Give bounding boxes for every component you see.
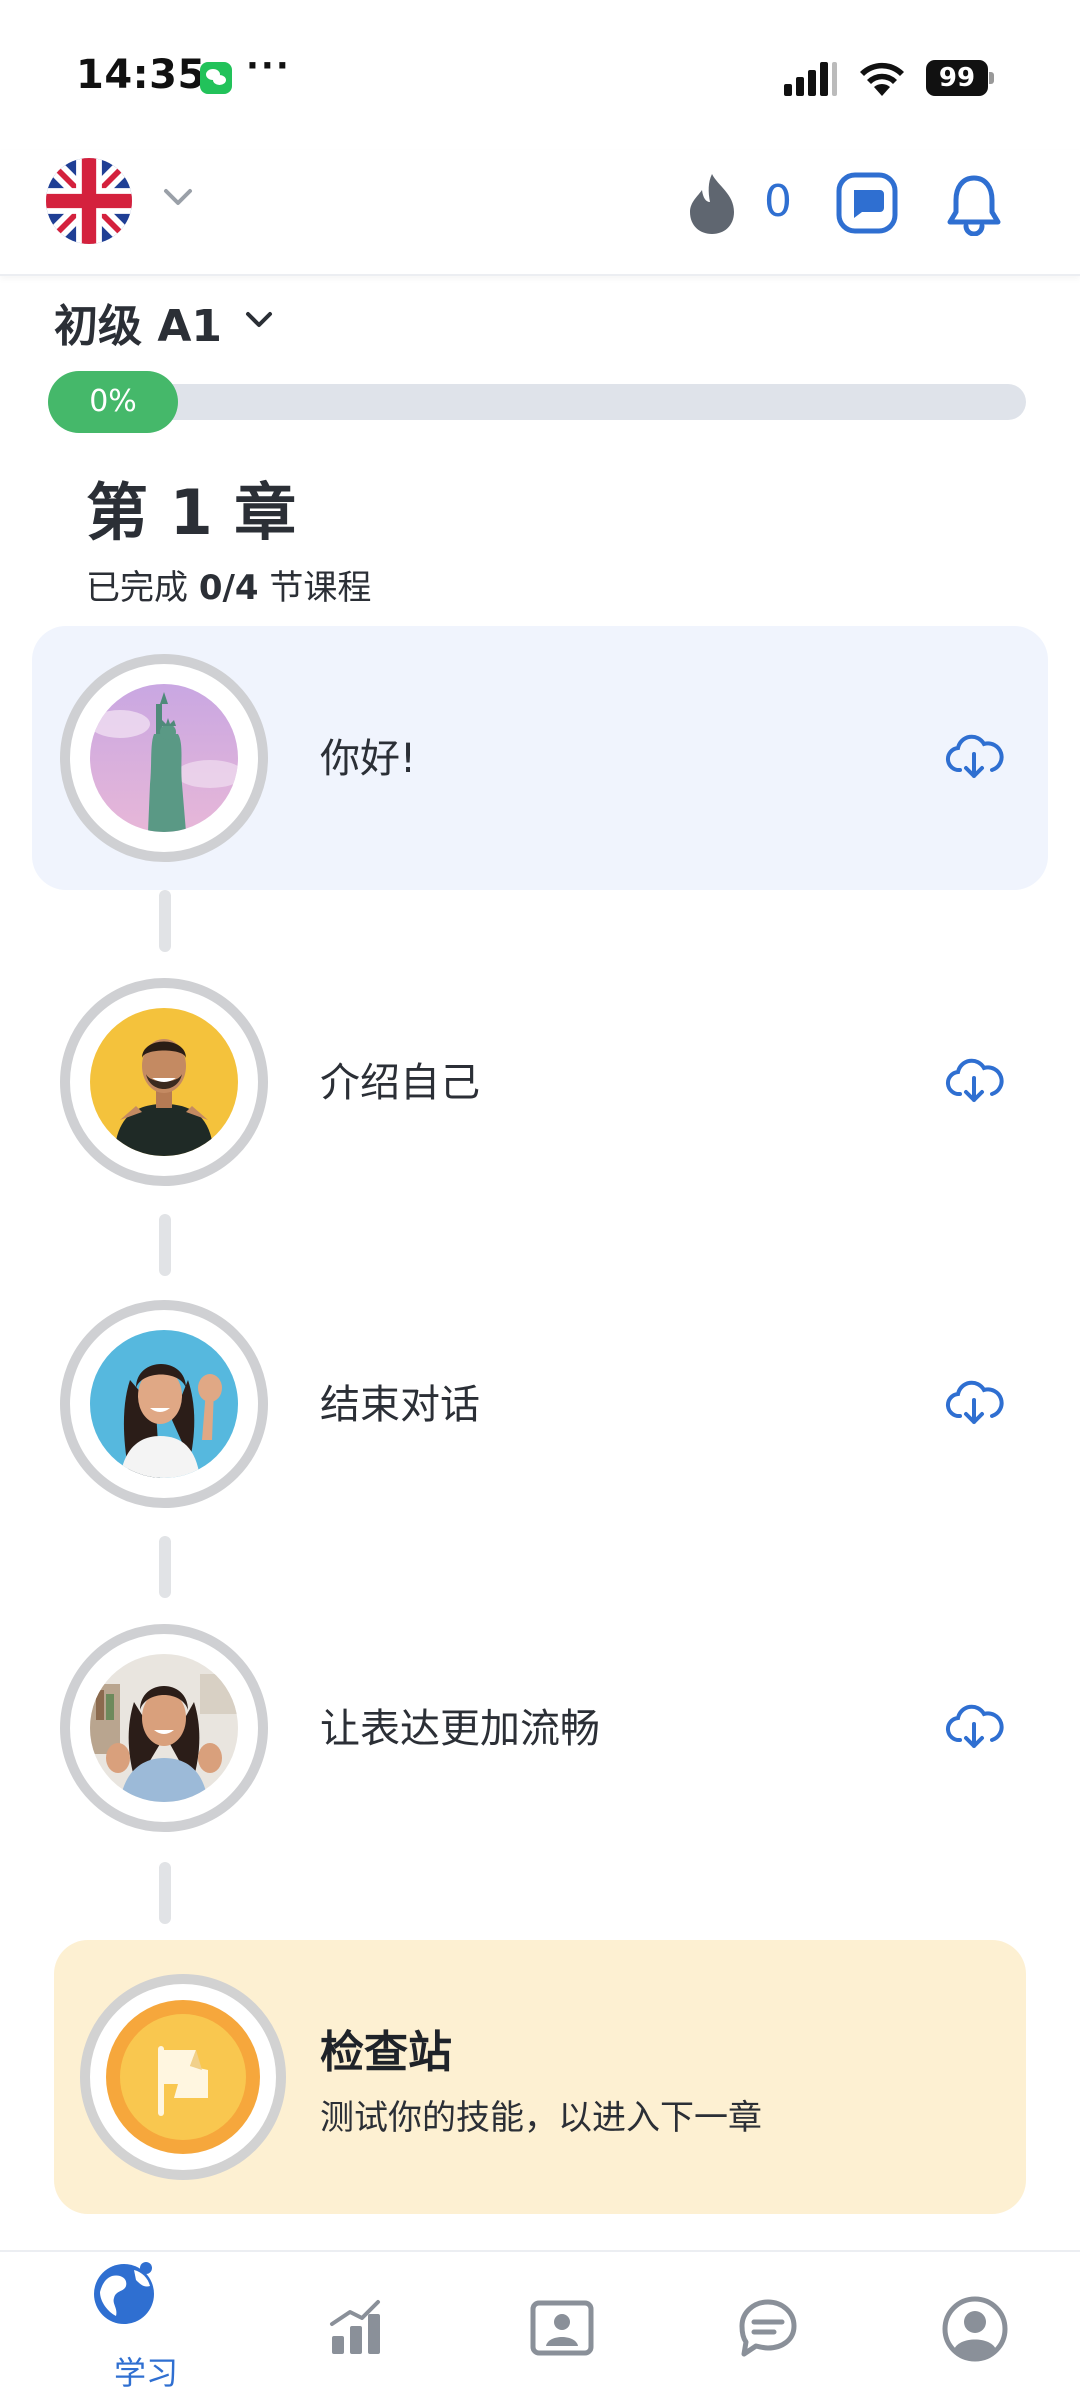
- lesson-item[interactable]: 介绍自己: [32, 950, 1048, 1214]
- battery-level: 99: [926, 60, 988, 96]
- nav-account[interactable]: [876, 2252, 1076, 2402]
- lesson-avatar-ring: [60, 654, 268, 862]
- wifi-icon: [860, 62, 904, 96]
- lesson-title: 结束对话: [320, 1382, 480, 1428]
- more-icon: ···: [246, 46, 291, 86]
- bell-icon[interactable]: [944, 172, 1004, 236]
- checkpoint-title: 检查站: [320, 2027, 452, 2078]
- man-pointing-image: [90, 1008, 238, 1156]
- chat-bubbles-icon: [739, 2299, 797, 2357]
- chapter-progress: 已完成 0/4 节课程: [86, 568, 372, 608]
- signal-icon: [784, 62, 837, 96]
- path-connector: [159, 1862, 171, 1924]
- lesson-item[interactable]: 让表达更加流畅: [32, 1596, 1048, 1860]
- id-card-icon: [530, 2300, 594, 2356]
- level-progress-track: [50, 384, 1026, 420]
- woman-waving-image: [90, 1330, 238, 1478]
- download-cloud-icon[interactable]: [944, 1378, 1004, 1428]
- lesson-item[interactable]: 结束对话: [32, 1272, 1048, 1536]
- chapter-title: 第 1 章: [86, 476, 297, 549]
- lesson-avatar-ring: [60, 1624, 268, 1832]
- level-progress-label: 0%: [48, 371, 178, 433]
- lesson-avatar-ring: [60, 978, 268, 1186]
- top-header: 0: [0, 150, 1080, 276]
- wechat-icon: [200, 62, 232, 94]
- bottom-nav: 学习: [0, 2250, 1080, 2400]
- download-cloud-icon[interactable]: [944, 1702, 1004, 1752]
- flag-icon: [158, 2046, 208, 2116]
- chevron-down-icon[interactable]: [158, 182, 198, 212]
- nav-learn-label: 学习: [113, 2354, 178, 2392]
- battery-icon: 99: [926, 60, 994, 96]
- nav-community[interactable]: [668, 2252, 868, 2402]
- bar-chart-icon: [330, 2300, 380, 2354]
- lesson-item[interactable]: 你好!: [32, 626, 1048, 890]
- download-cloud-icon[interactable]: [944, 732, 1004, 782]
- lesson-avatar-ring: [60, 1300, 268, 1508]
- checkpoint-card[interactable]: 检查站 测试你的技能，以进入下一章: [54, 1940, 1026, 2214]
- nav-progress[interactable]: [256, 2252, 456, 2402]
- flame-icon[interactable]: [684, 172, 740, 236]
- nav-learn[interactable]: 学习: [46, 2252, 246, 2402]
- user-icon: [942, 2296, 1008, 2362]
- lesson-title: 让表达更加流畅: [320, 1706, 600, 1752]
- status-bar: 14:35 ··· 99: [0, 0, 1080, 150]
- path-connector: [159, 1536, 171, 1598]
- checkpoint-subtitle: 测试你的技能，以进入下一章: [320, 2098, 762, 2138]
- status-time: 14:35: [76, 52, 206, 98]
- path-connector: [159, 1214, 171, 1276]
- checkpoint-ring: [80, 1974, 286, 2180]
- path-connector: [159, 890, 171, 952]
- statue-of-liberty-image: [90, 684, 238, 832]
- lesson-title: 你好!: [320, 736, 417, 782]
- lesson-title: 介绍自己: [320, 1060, 480, 1106]
- globe-icon: [94, 2262, 154, 2324]
- level-selector[interactable]: 初级 A1: [54, 290, 222, 354]
- download-cloud-icon[interactable]: [944, 1056, 1004, 1106]
- woman-greeting-image: [90, 1654, 238, 1802]
- level-chevron-icon[interactable]: [242, 306, 276, 332]
- chat-icon[interactable]: [836, 172, 898, 234]
- nav-profile-card[interactable]: [462, 2252, 662, 2402]
- uk-flag-icon[interactable]: [46, 158, 132, 244]
- streak-count: 0: [764, 176, 792, 227]
- checkpoint-coin: [106, 2000, 260, 2154]
